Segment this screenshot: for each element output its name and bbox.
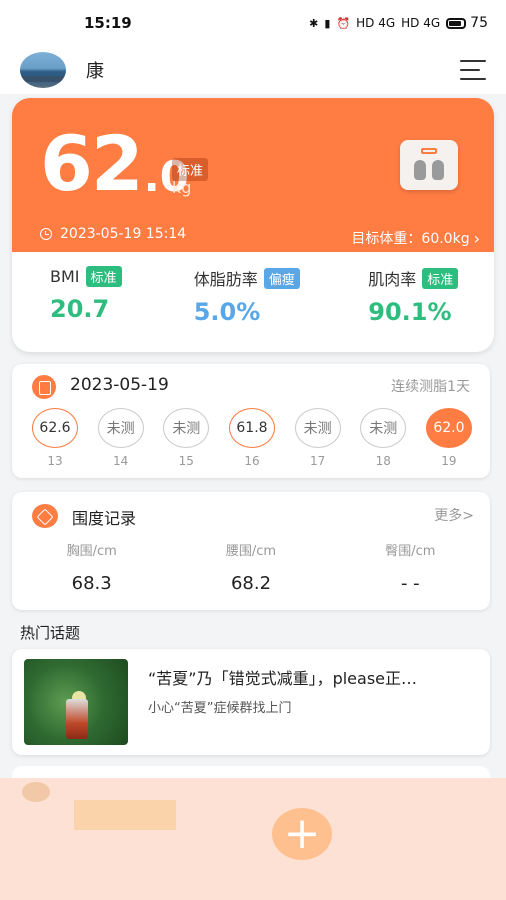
weight-datetime-text: 2023-05-19 15:14 <box>60 226 187 242</box>
weight-summary: 62 .0 标准 kg 2023-05-19 15:14 目标体重：60.0kg… <box>12 98 494 252</box>
chevron-right-icon: › <box>473 228 480 248</box>
day-item[interactable]: 未测 18 <box>358 408 408 468</box>
overlay-fragment <box>22 782 50 802</box>
topic-card[interactable]: “苦夏”乃「错觉式减重」，please正… 小心“苦夏”症候群找上门 <box>12 649 490 755</box>
day-item[interactable]: 未测 15 <box>161 408 211 468</box>
bottom-overlay <box>0 778 506 900</box>
menu-icon[interactable] <box>460 60 486 80</box>
add-record-button[interactable]: + <box>272 808 332 860</box>
day-item[interactable]: 62.6 13 <box>30 408 80 468</box>
calendar-icon <box>32 375 56 399</box>
weight-value: 62 .0 <box>40 126 189 202</box>
scale-icon[interactable] <box>400 140 458 190</box>
circumference-card: 围度记录 更多> 胸围/cm 68.3 腰围/cm 68.2 臀围/cm - - <box>12 492 490 610</box>
circumference-label: 臀围/cm <box>385 544 436 559</box>
top-bar: 康 <box>0 46 506 94</box>
metric-label: 体脂肪率 <box>193 270 258 289</box>
topic-title: “苦夏”乃「错觉式减重」，please正… <box>148 669 418 688</box>
circumference-values: 胸围/cm 68.3 腰围/cm 68.2 臀围/cm - - <box>12 540 490 594</box>
metric-value: 90.1% <box>368 298 452 326</box>
status-time: 15:19 <box>84 14 132 32</box>
metric-label: 肌肉率 <box>368 270 417 289</box>
metric-badge: 标准 <box>422 267 459 289</box>
day-number: 13 <box>47 454 63 468</box>
metric-label: BMI <box>50 267 80 286</box>
circumference-hip[interactable]: 臀围/cm - - <box>331 540 490 594</box>
day-number: 17 <box>309 454 326 468</box>
overlay-fragment <box>74 800 176 830</box>
day-number: 14 <box>113 454 129 468</box>
signal-icon-2: HD 4G <box>401 16 441 30</box>
day-number: 16 <box>244 454 260 468</box>
weight-integer: 62 <box>40 119 144 208</box>
body-metrics: BMI 标准 20.7 体脂肪率 偏瘦 5.0% 肌肉率 标准 90.1% <box>12 252 494 352</box>
day-item[interactable]: 未测 17 <box>293 408 343 468</box>
day-number: 15 <box>178 454 194 468</box>
clock-icon <box>40 228 52 240</box>
weight-datetime: 2023-05-19 15:14 <box>40 226 186 242</box>
day-value: 未测 <box>97 408 144 448</box>
day-value: 未测 <box>294 408 341 448</box>
battery-level: 75 <box>470 15 488 31</box>
bluetooth-icon: ✱ <box>309 16 319 30</box>
day-value: 62.6 <box>32 408 78 448</box>
circumference-value: - - <box>400 573 420 594</box>
metric-muscle[interactable]: 肌肉率 标准 90.1% <box>330 252 494 352</box>
circumference-label: 腰围/cm <box>225 544 277 559</box>
signal-icon: HD 4G <box>356 16 396 30</box>
circumference-value: 68.3 <box>71 573 112 594</box>
tape-measure-icon <box>32 504 58 528</box>
target-weight-link[interactable]: 目标体重：60.0kg › <box>351 228 480 248</box>
day-item[interactable]: 61.8 16 <box>227 408 277 468</box>
metric-badge: 偏瘦 <box>263 267 300 289</box>
day-number: 19 <box>441 454 457 468</box>
day-number: 18 <box>375 454 391 468</box>
day-item-selected[interactable]: 62.0 19 <box>424 408 474 468</box>
circumference-title: 围度记录 <box>72 509 137 528</box>
day-value: 62.0 <box>425 408 472 448</box>
weight-card[interactable]: 62 .0 标准 kg 2023-05-19 15:14 目标体重：60.0kg… <box>12 98 494 352</box>
day-value: 61.8 <box>228 408 275 448</box>
circumference-value: 68.2 <box>230 573 272 594</box>
target-weight-text: 目标体重：60.0kg <box>351 231 470 247</box>
battery-indicator: 75 <box>446 15 488 31</box>
topic-subtitle: 小心“苦夏”症候群找上门 <box>148 701 292 716</box>
day-strip: 62.6 13 未测 14 未测 15 61.8 16 未测 17 未测 18 … <box>30 408 474 468</box>
hot-topics-title: 热门话题 <box>20 624 81 642</box>
status-icons: ✱ ▮ ⏰ HD 4G HD 4G 75 <box>309 15 488 31</box>
metric-bmi[interactable]: BMI 标准 20.7 <box>12 252 176 352</box>
streak-text: 连续测脂1天 <box>391 379 470 395</box>
calendar-date[interactable]: 2023-05-19 <box>70 375 169 395</box>
circumference-waist[interactable]: 腰围/cm 68.2 <box>171 540 330 594</box>
alarm-icon: ⏰ <box>336 16 351 30</box>
metric-body-fat[interactable]: 体脂肪率 偏瘦 5.0% <box>176 252 331 352</box>
calendar-card: 2023-05-19 连续测脂1天 62.6 13 未测 14 未测 15 61… <box>12 364 490 478</box>
weight-unit: kg <box>172 178 192 197</box>
battery-icon <box>446 17 467 29</box>
circumference-label: 胸围/cm <box>66 544 117 559</box>
day-value: 未测 <box>360 408 407 448</box>
metric-value: 5.0% <box>193 298 261 326</box>
metric-value: 20.7 <box>50 295 110 323</box>
username[interactable]: 康 <box>86 57 104 83</box>
plus-icon: + <box>283 808 321 859</box>
topic-thumbnail <box>24 659 128 745</box>
vibrate-icon: ▮ <box>324 16 331 30</box>
more-link[interactable]: 更多> <box>434 505 474 525</box>
metric-badge: 标准 <box>85 266 122 287</box>
status-bar: 15:19 ✱ ▮ ⏰ HD 4G HD 4G 75 <box>0 0 506 46</box>
day-value: 未测 <box>163 408 210 448</box>
avatar[interactable] <box>20 52 66 88</box>
circumference-chest[interactable]: 胸围/cm 68.3 <box>12 540 171 594</box>
day-item[interactable]: 未测 14 <box>96 408 146 468</box>
